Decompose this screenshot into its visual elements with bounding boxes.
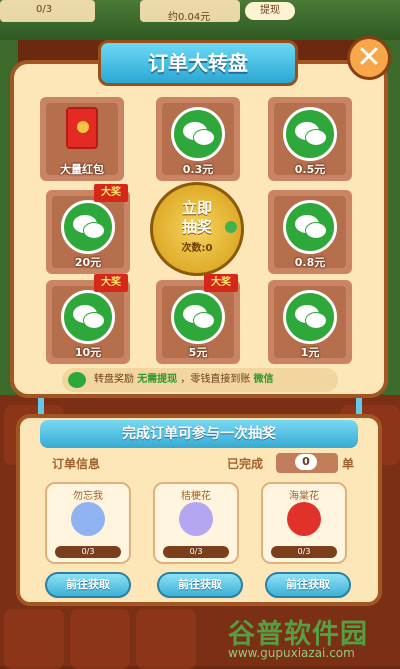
begonia-icon — [287, 502, 321, 536]
draw-button[interactable]: 立即 抽奖 次数:0 — [150, 182, 244, 276]
close-button[interactable]: ✕ — [347, 36, 391, 80]
progress-value: 0/3 — [81, 547, 95, 556]
draw-count: 次数:0 — [181, 243, 213, 254]
flower-card: 桔梗花 0/3 — [153, 482, 239, 564]
prize-label: 0.8元 — [294, 256, 326, 269]
order-info-label: 订单信息 — [52, 457, 101, 471]
flower-card: 海棠花 0/3 — [261, 482, 347, 564]
prize-cell: 10元 大奖 — [46, 274, 130, 364]
flower-card: 勿忘我 0/3 — [45, 482, 131, 564]
play-icon — [225, 221, 237, 233]
completed-label: 已完成 — [227, 457, 264, 471]
prize-label: 20元 — [74, 256, 102, 269]
orders-title: 完成订单可参与一次抽奖 — [40, 420, 358, 448]
progress-bar: 0/3 — [55, 546, 121, 558]
progress-value: 0/3 — [189, 547, 203, 556]
red-envelope-icon — [66, 107, 98, 149]
wechat-icon — [61, 290, 115, 344]
wechat-icon — [68, 372, 86, 388]
prize-label: 1元 — [300, 346, 320, 359]
completed-count: 0 — [295, 454, 317, 470]
prize-label: 大量红包 — [60, 163, 104, 176]
prize-label: 5元 — [188, 346, 208, 359]
prize-label: 10元 — [74, 346, 102, 359]
wechat-icon — [171, 107, 225, 161]
watermark: 谷普软件园 www.gupuxiazai.com — [228, 612, 394, 660]
progress-bar: 0/3 — [163, 546, 229, 558]
go-get-button[interactable]: 前往获取 — [157, 572, 243, 598]
bg-amount: 约0.04元 — [168, 12, 211, 23]
forget-me-not-icon — [71, 502, 105, 536]
draw-label-1: 立即 — [181, 199, 212, 217]
go-get-button[interactable]: 前往获取 — [45, 572, 131, 598]
background-top-bar: 0/3 约0.04元 提现 — [0, 0, 400, 40]
wheel-title: 订单大转盘 — [98, 40, 298, 86]
prize-cell: 0.3元 — [156, 97, 240, 181]
prize-cell: 20元 大奖 — [46, 184, 130, 274]
grand-prize-badge: 大奖 — [94, 184, 128, 202]
wechat-icon — [171, 290, 225, 344]
prize-cell: 0.8元 — [268, 190, 352, 274]
go-get-button[interactable]: 前往获取 — [265, 572, 351, 598]
prize-label: 0.5元 — [294, 163, 326, 176]
prize-cell: 5元 大奖 — [156, 274, 240, 364]
completed-count-box: 0 — [276, 453, 338, 473]
bg-progress-1: 0/3 — [36, 4, 53, 15]
progress-bar: 0/3 — [271, 546, 337, 558]
balloon-flower-icon — [179, 502, 213, 536]
flower-name: 桔梗花 — [181, 491, 211, 502]
flower-name: 勿忘我 — [73, 491, 103, 502]
prize-cell-red-envelope: 大量红包 — [40, 97, 124, 181]
wechat-icon — [283, 107, 337, 161]
completed-unit: 单 — [342, 457, 355, 471]
bg-withdraw-button: 提现 — [245, 2, 295, 20]
note-post: ，零钱直接到账 — [180, 374, 251, 385]
note-free: 无需提现 — [137, 374, 178, 385]
grand-prize-badge: 大奖 — [94, 274, 128, 292]
progress-value: 0/3 — [297, 547, 311, 556]
reward-note: 转盘奖励 无需提现 ，零钱直接到账 微信 — [62, 368, 338, 392]
grand-prize-badge: 大奖 — [204, 274, 238, 292]
prize-cell: 0.5元 — [268, 97, 352, 181]
note-pre: 转盘奖励 — [94, 374, 134, 385]
note-wechat: 微信 — [253, 374, 274, 385]
wechat-icon — [283, 200, 337, 254]
prize-label: 0.3元 — [182, 163, 214, 176]
watermark-url: www.gupuxiazai.com — [228, 646, 355, 660]
flower-name: 海棠花 — [289, 491, 319, 502]
prize-cell: 1元 — [268, 280, 352, 364]
wechat-icon — [61, 200, 115, 254]
wechat-icon — [283, 290, 337, 344]
